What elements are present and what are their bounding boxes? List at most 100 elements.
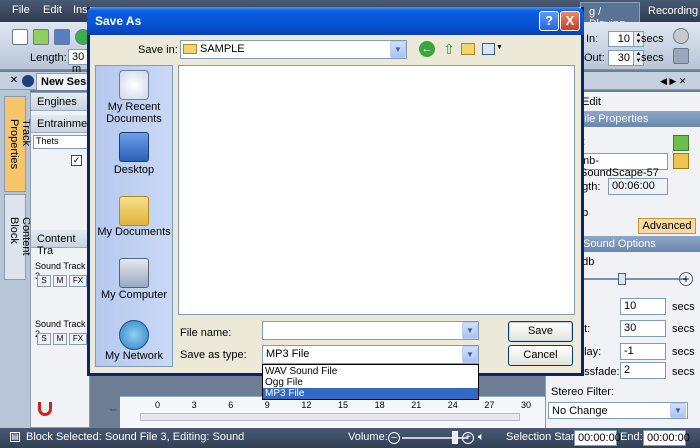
option-wav[interactable]: WAV Sound File [263,366,478,377]
length-field: 00:06:00 [608,178,668,195]
tab-track-properties[interactable]: Track Properties [4,96,32,192]
in-input[interactable]: 10 [608,31,634,47]
close-doc-icon[interactable]: ✕ [8,75,20,87]
file-name-label: File name: [180,327,232,339]
speaker-icon[interactable]: 🔈︎ [478,431,492,445]
menu-edit[interactable]: Edit [43,4,62,16]
timeline-tick: 12 [301,400,312,410]
volume-slider-thumb[interactable] [618,273,626,285]
stereo-filter-arrow-icon[interactable]: ▼ [670,403,686,418]
crossfade-field[interactable]: 2 [620,362,666,379]
new-icon[interactable] [12,29,28,45]
settings-icon[interactable] [673,28,689,44]
save-in-label: Save in: [138,44,178,56]
fade-in-unit: secs [672,301,695,313]
timeline-ruler[interactable] [120,396,545,428]
selection-start-field[interactable]: 00:00:00 [574,430,621,446]
track3-solo-button[interactable]: S [37,275,51,287]
block-icon: ▤ [10,432,20,442]
entrainment-checkbox[interactable]: ✓ [71,155,82,166]
track3-mute-button[interactable]: M [53,275,67,287]
tab-track-properties-label: Track Properties [8,119,32,170]
entrainment-header[interactable]: Entrainmen [31,115,93,133]
track3-fx-button[interactable]: FX [69,275,87,287]
advanced-button[interactable]: Advanced [638,218,696,234]
volume-down-icon[interactable]: – [388,432,400,444]
track2-mute-button[interactable]: M [53,333,67,345]
volume-thumb[interactable] [452,431,458,444]
file-name-input[interactable] [262,321,479,340]
save-as-type-select[interactable]: MP3 File [262,345,479,364]
close-button[interactable]: X [560,11,580,31]
save-icon[interactable] [54,29,70,45]
volume-bar[interactable] [402,437,468,439]
out-input[interactable]: 30 [608,50,634,66]
menu-file[interactable]: File [12,4,30,16]
timeline-scrollbar[interactable] [140,413,520,421]
track2-solo-button[interactable]: S [37,333,51,345]
place-my-documents[interactable]: My Documents [95,226,173,238]
end-label: End: [620,431,643,443]
crossfade-unit: secs [672,366,695,378]
tab-playing[interactable]: g / Playing [580,2,640,30]
save-in-arrow-icon[interactable]: ▼ [390,41,406,58]
file-name-arrow-icon[interactable]: ▼ [462,322,478,339]
timeline-tick: 9 [264,400,270,410]
my-network-icon[interactable] [119,320,149,350]
views-icon[interactable] [482,43,495,55]
plus-icon[interactable]: + [679,272,693,286]
new-folder-icon[interactable] [461,43,475,55]
save-in-value: SAMPLE [200,43,245,55]
file-name-field[interactable]: mb-SoundScape-57 [576,153,668,179]
save-as-type-label: Save as type: [180,349,247,361]
folder-icon [183,44,197,54]
volume-track [576,278,686,280]
magnet-icon[interactable] [38,402,52,416]
timeline-tick: 6 [228,400,234,410]
open-icon[interactable] [33,29,49,45]
browse-folder-icon[interactable] [673,153,689,169]
dialog-titlebar[interactable] [87,7,584,35]
place-recent-documents[interactable]: My Recent Documents [95,101,173,125]
track2-fx-button[interactable]: FX [69,333,87,345]
delay-field[interactable]: -1 [620,343,666,360]
help-button[interactable]: ? [539,11,559,31]
up-folder-icon[interactable]: ⇧ [441,41,457,57]
place-desktop[interactable]: Desktop [95,164,173,176]
back-icon[interactable]: ← [419,41,435,57]
panel-nav-icon[interactable]: ◀ ▶ ✕ [660,76,686,87]
end-field[interactable]: 00:00:00 [643,430,690,446]
tab-recording[interactable]: Recording [640,2,700,22]
recent-documents-icon[interactable] [119,70,149,100]
content-tracks-header[interactable]: Content Tra [31,230,91,257]
views-dropdown-icon[interactable]: ▼ [496,44,512,60]
refresh-icon[interactable] [673,135,689,151]
file-list[interactable] [178,65,575,315]
tab-content-block[interactable]: Content Block [4,194,32,280]
save-as-type-arrow-icon[interactable]: ▼ [462,346,478,363]
fade-out-unit: secs [672,323,695,335]
timeline-tick: 30 [521,400,532,410]
my-documents-icon[interactable] [119,196,149,226]
volume-up-icon[interactable]: + [462,432,474,444]
engines-header[interactable]: Engines [31,93,91,111]
entrainment-input[interactable]: Thets [33,135,89,149]
fit-icon[interactable]: ⇔ [108,404,118,415]
place-my-network[interactable]: My Network [95,350,173,362]
my-computer-icon[interactable] [119,258,149,288]
cancel-button[interactable]: Cancel [508,345,573,366]
option-mp3[interactable]: MP3 File [263,388,478,399]
in-label: In: [586,33,599,45]
save-button[interactable]: Save [508,321,573,342]
desktop-icon[interactable] [119,132,149,162]
stereo-filter-select[interactable]: No Change [548,402,688,419]
fade-in-field[interactable]: 10 [620,298,666,315]
menu-insert[interactable]: Ins [73,4,88,16]
option-ogg[interactable]: Ogg File [263,377,478,388]
left-panel: Engines Entrainmen Thets ✓ Content Tra S… [30,92,93,428]
fade-out-field[interactable]: 30 [620,320,666,337]
volume-label: Volume: [348,431,388,443]
edit-label: Edit [582,96,601,108]
place-my-computer[interactable]: My Computer [95,289,173,301]
monitor-icon[interactable] [673,48,689,64]
